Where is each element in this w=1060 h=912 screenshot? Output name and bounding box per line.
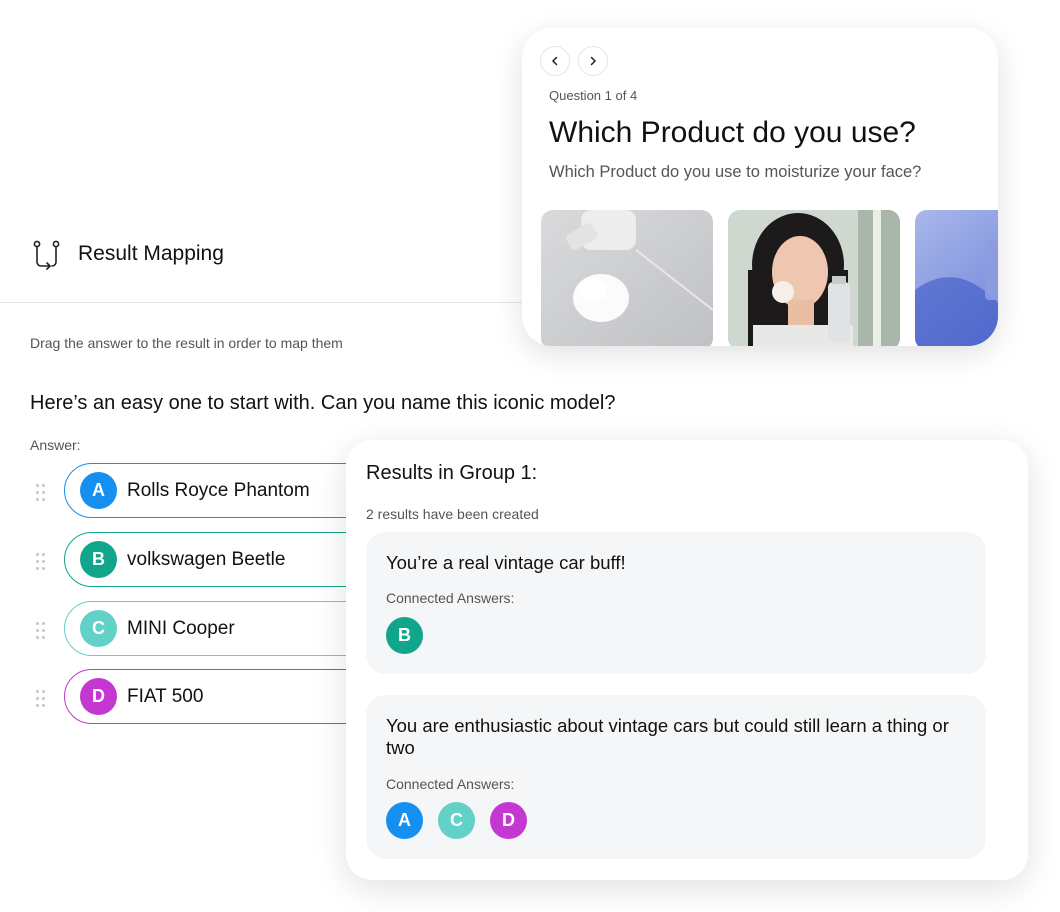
answer-letter-badge: C: [80, 610, 117, 647]
connected-answer-badge[interactable]: B: [386, 617, 423, 654]
drag-handle-icon[interactable]: [36, 553, 46, 571]
previous-button[interactable]: [540, 46, 570, 76]
chevron-left-icon: [551, 56, 558, 66]
result-title: You’re a real vintage car buff!: [386, 552, 626, 573]
next-button[interactable]: [578, 46, 608, 76]
chevron-right-icon: [590, 56, 597, 66]
product-image-model[interactable]: [728, 210, 900, 346]
page-title: Result Mapping: [78, 242, 224, 265]
product-image-cream[interactable]: [541, 210, 713, 346]
connected-answer-badge[interactable]: C: [438, 802, 475, 839]
drag-handle-icon[interactable]: [36, 622, 46, 640]
answer-text: FIAT 500: [127, 685, 204, 707]
answer-text: MINI Cooper: [127, 617, 235, 639]
connected-answer-badge[interactable]: D: [490, 802, 527, 839]
result-group[interactable]: You are enthusiastic about vintage cars …: [366, 695, 986, 859]
route-icon: [30, 238, 62, 270]
question-preview-card: Question 1 of 4 Which Product do you use…: [522, 28, 998, 346]
instruction-text: Drag the answer to the result in order t…: [30, 335, 343, 351]
answer-letter-badge: D: [80, 678, 117, 715]
product-image-serum[interactable]: [915, 210, 998, 346]
question-text: Here’s an easy one to start with. Can yo…: [30, 392, 616, 414]
result-title: You are enthusiastic about vintage cars …: [386, 715, 949, 758]
answer-text: volkswagen Beetle: [127, 548, 286, 570]
answer-letter-badge: A: [80, 472, 117, 509]
drag-handle-icon[interactable]: [36, 484, 46, 502]
drag-handle-icon[interactable]: [36, 690, 46, 708]
connected-answers-label: Connected Answers:: [386, 590, 515, 606]
question-subtitle: Which Product do you use to moisturize y…: [549, 163, 922, 181]
question-counter: Question 1 of 4: [549, 88, 638, 103]
answer-label: Answer:: [30, 437, 81, 453]
result-mapping-header: Result Mapping: [30, 238, 224, 270]
connected-answers-label: Connected Answers:: [386, 776, 515, 792]
answer-letter-badge: B: [80, 541, 117, 578]
question-title: Which Product do you use?: [549, 116, 916, 149]
answer-text: Rolls Royce Phantom: [127, 479, 310, 501]
header-divider: [0, 302, 560, 303]
results-count: 2 results have been created: [366, 506, 539, 522]
result-group[interactable]: You’re a real vintage car buff! Connecte…: [366, 532, 986, 674]
results-panel: Results in Group 1: 2 results have been …: [346, 440, 1028, 880]
results-title: Results in Group 1:: [366, 462, 538, 484]
connected-answer-badge[interactable]: A: [386, 802, 423, 839]
